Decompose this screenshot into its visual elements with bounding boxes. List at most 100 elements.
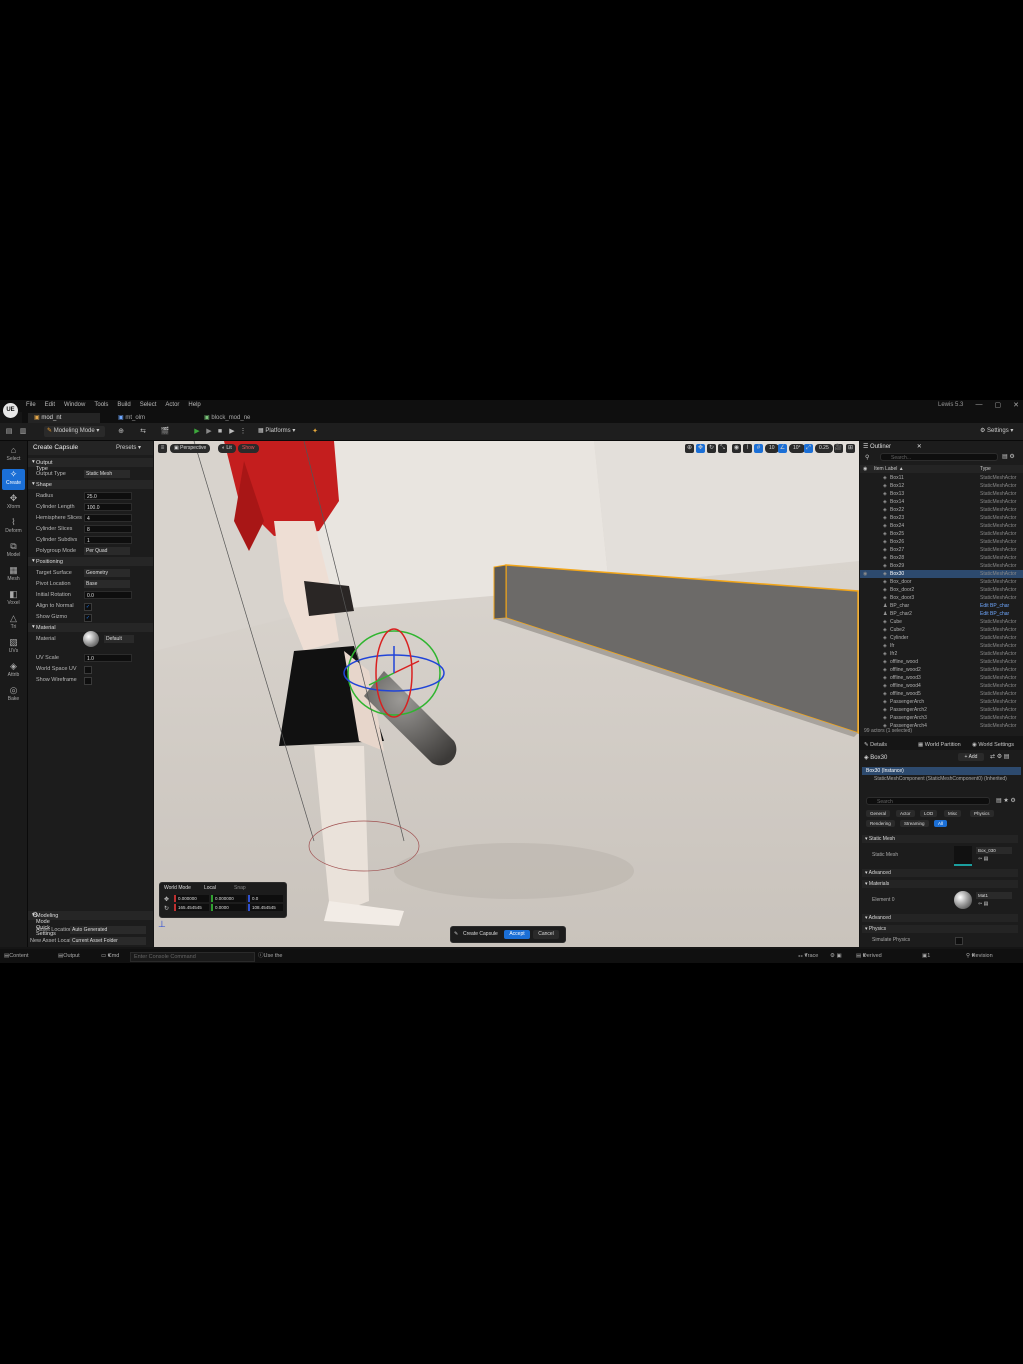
property-value[interactable]: 25.0 xyxy=(84,492,132,500)
simulate-physics-checkbox[interactable] xyxy=(955,937,963,945)
output-log-button[interactable]: ▤ Output Log xyxy=(58,949,80,963)
category-attrib[interactable]: ◈ Attrib xyxy=(2,661,25,682)
visibility-icon[interactable]: ◉ xyxy=(863,570,867,578)
outliner-row[interactable]: ◈ Box_door2 StaticMeshActor xyxy=(860,586,1023,594)
blueprint-actions-icon[interactable]: ⇄ ⚙ ▤ xyxy=(990,753,1009,760)
category-select[interactable]: ⌂ Select xyxy=(2,445,25,466)
outliner-row[interactable]: ◈ Box_door StaticMeshActor xyxy=(860,578,1023,586)
camera-speed-icon[interactable]: 🎥 xyxy=(834,444,843,453)
platforms-menu[interactable]: ▦ Platforms ▾ xyxy=(258,426,295,437)
advanced2-section-header[interactable]: ▾ Advanced xyxy=(862,914,1018,922)
outliner-row[interactable]: ♟ BP_char2 Edit BP_char xyxy=(860,610,1023,618)
filter-actor[interactable]: Actor xyxy=(896,810,915,817)
local-tab[interactable]: Local xyxy=(204,885,216,891)
component-root[interactable]: Box30 (Instance) xyxy=(862,767,1021,775)
static-mesh-thumbnail[interactable] xyxy=(954,846,972,866)
outliner-row[interactable]: ◈ Box28 StaticMeshActor xyxy=(860,554,1023,562)
mode-selector[interactable]: ✎ Modeling Mode ▾ xyxy=(44,426,105,437)
grid-snap-icon[interactable]: # xyxy=(754,444,763,453)
outliner-row[interactable]: ◈ Box22 StaticMeshActor xyxy=(860,506,1023,514)
world-local-icon[interactable]: ◉ xyxy=(732,444,741,453)
stop-icon[interactable]: ■ xyxy=(215,426,225,437)
filter-physics[interactable]: Physics xyxy=(970,810,994,817)
details-view-options-icon[interactable]: ▤ ★ ⚙ xyxy=(996,797,1016,804)
tab-level-1[interactable]: ▣ mod_nt xyxy=(28,413,100,423)
category-uvs[interactable]: ▧ UVs xyxy=(2,637,25,658)
play-icon[interactable]: ▶ xyxy=(192,426,202,437)
menu-item-tools[interactable]: Tools xyxy=(94,402,108,408)
outliner-row[interactable]: ◈ Box26 StaticMeshActor xyxy=(860,538,1023,546)
outliner-row[interactable]: ◈ Cube StaticMeshActor xyxy=(860,618,1023,626)
transform-field[interactable]: 165.454545 xyxy=(174,904,209,911)
show-button[interactable]: Show xyxy=(238,444,259,453)
property-value[interactable]: ✓ xyxy=(84,603,92,611)
static-mesh-select[interactable]: Box_030 xyxy=(976,847,1012,854)
filter-icon[interactable]: ⚲ xyxy=(865,454,869,461)
more-icon[interactable]: ⋮ xyxy=(238,426,248,437)
presets-button[interactable]: Presets ▾ xyxy=(116,444,141,451)
transform-field[interactable]: 0.000000 xyxy=(211,895,246,902)
menu-item-actor[interactable]: Actor xyxy=(165,402,179,408)
category-mesh[interactable]: ▦ Mesh xyxy=(2,565,25,586)
category-create[interactable]: ✧ Create xyxy=(2,469,25,490)
outliner-search-input[interactable]: Search... xyxy=(880,453,998,461)
material-select[interactable]: Default xyxy=(104,635,134,643)
materials-section-header[interactable]: ▾ Materials xyxy=(862,880,1018,888)
unsaved-button[interactable]: ▣ 1 Unsaved xyxy=(922,949,930,963)
transform-field[interactable]: 108.454545 xyxy=(248,904,283,911)
notifications-icon[interactable]: ⚙ ▣ xyxy=(830,949,842,963)
element0-thumbnail[interactable] xyxy=(954,891,972,909)
menu-item-window[interactable]: Window xyxy=(64,402,85,408)
category-model[interactable]: ⧉ Model xyxy=(2,541,25,562)
cinematics-icon[interactable]: 🎬 xyxy=(160,426,170,437)
content-drawer-button[interactable]: ▤ Content Drawer xyxy=(4,949,28,963)
property-value[interactable]: ✓ xyxy=(84,614,92,622)
unreal-logo-icon[interactable]: UE xyxy=(3,403,18,418)
property-value[interactable]: 1.0 xyxy=(84,654,132,662)
tab-world-partition[interactable]: ▦ World Partition xyxy=(918,740,961,750)
outliner-row[interactable]: ◈ Ifr StaticMeshActor xyxy=(860,642,1023,650)
outliner-row[interactable]: ◈ Box11 StaticMeshActor xyxy=(860,474,1023,482)
accept-button[interactable]: Accept xyxy=(504,930,530,939)
property-value[interactable]: 100.0 xyxy=(84,503,132,511)
property-value[interactable]: Static Mesh xyxy=(84,470,130,478)
outliner-tab[interactable]: ☰ Outliner ✕ xyxy=(863,443,922,450)
scale-snap-icon[interactable]: ⤢ xyxy=(804,444,813,453)
filter-general[interactable]: General xyxy=(866,810,891,817)
shape-section-header[interactable]: ▾ Shape xyxy=(28,480,153,489)
outliner-row[interactable]: ◈ Box14 StaticMeshActor xyxy=(860,498,1023,506)
filter-lod[interactable]: LOD xyxy=(920,810,938,817)
maximize-button[interactable]: ▢ xyxy=(995,401,1002,409)
lit-button[interactable]: ◐ Lit xyxy=(218,444,236,453)
minimize-button[interactable]: — xyxy=(976,401,983,409)
category-tri[interactable]: △ Tri xyxy=(2,613,25,634)
property-value[interactable]: Per Quad xyxy=(84,547,130,555)
scale-icon[interactable]: ⤡ xyxy=(718,444,727,453)
property-value[interactable]: 8 xyxy=(84,525,132,533)
outliner-row[interactable]: ◈ Box12 StaticMeshActor xyxy=(860,482,1023,490)
filter-rendering[interactable]: Rendering xyxy=(866,820,895,827)
property-value[interactable]: 0.0 xyxy=(84,591,132,599)
property-value[interactable] xyxy=(84,677,92,685)
outliner-row[interactable]: ◈ Cylinder StaticMeshActor xyxy=(860,634,1023,642)
rotate-icon[interactable]: ↻ xyxy=(707,444,716,453)
cmd-button[interactable]: ▭ Cmd ▾ xyxy=(101,949,119,963)
component-child[interactable]: StaticMeshComponent (StaticMeshComponent… xyxy=(874,776,1007,782)
property-value[interactable]: Base xyxy=(84,580,130,588)
property-value[interactable] xyxy=(84,666,92,674)
outliner-row[interactable]: ◈ Box_door3 StaticMeshActor xyxy=(860,594,1023,602)
surface-snap-icon[interactable]: ⌇ xyxy=(743,444,752,453)
asset-location-select[interactable]: Auto Generated xyxy=(70,926,146,934)
static-mesh-section-header[interactable]: ▾ Static Mesh xyxy=(862,835,1018,843)
column-type[interactable]: Type xyxy=(980,465,991,473)
outliner-row[interactable]: ◈ offline_wood2 StaticMeshActor xyxy=(860,666,1023,674)
level-viewport[interactable]: ≡ ▣ Perspective ◐ Lit Show ⊕ ✥ ↻ ⤡ ◉ ⌇ #… xyxy=(154,441,859,947)
settings-menu[interactable]: ⚙ Settings ▾ xyxy=(980,426,1013,437)
gear-icon[interactable]: ⚙ xyxy=(32,911,149,919)
tab-level-3[interactable]: ▣ block_mod_ne xyxy=(198,413,270,423)
positioning-section-header[interactable]: ▾ Positioning xyxy=(28,557,153,566)
save-icon[interactable]: ▤ xyxy=(4,426,14,437)
category-xform[interactable]: ✥ Xform xyxy=(2,493,25,514)
category-bake[interactable]: ◎ Bake xyxy=(2,685,25,706)
console-input[interactable]: Enter Console Command xyxy=(130,952,255,962)
